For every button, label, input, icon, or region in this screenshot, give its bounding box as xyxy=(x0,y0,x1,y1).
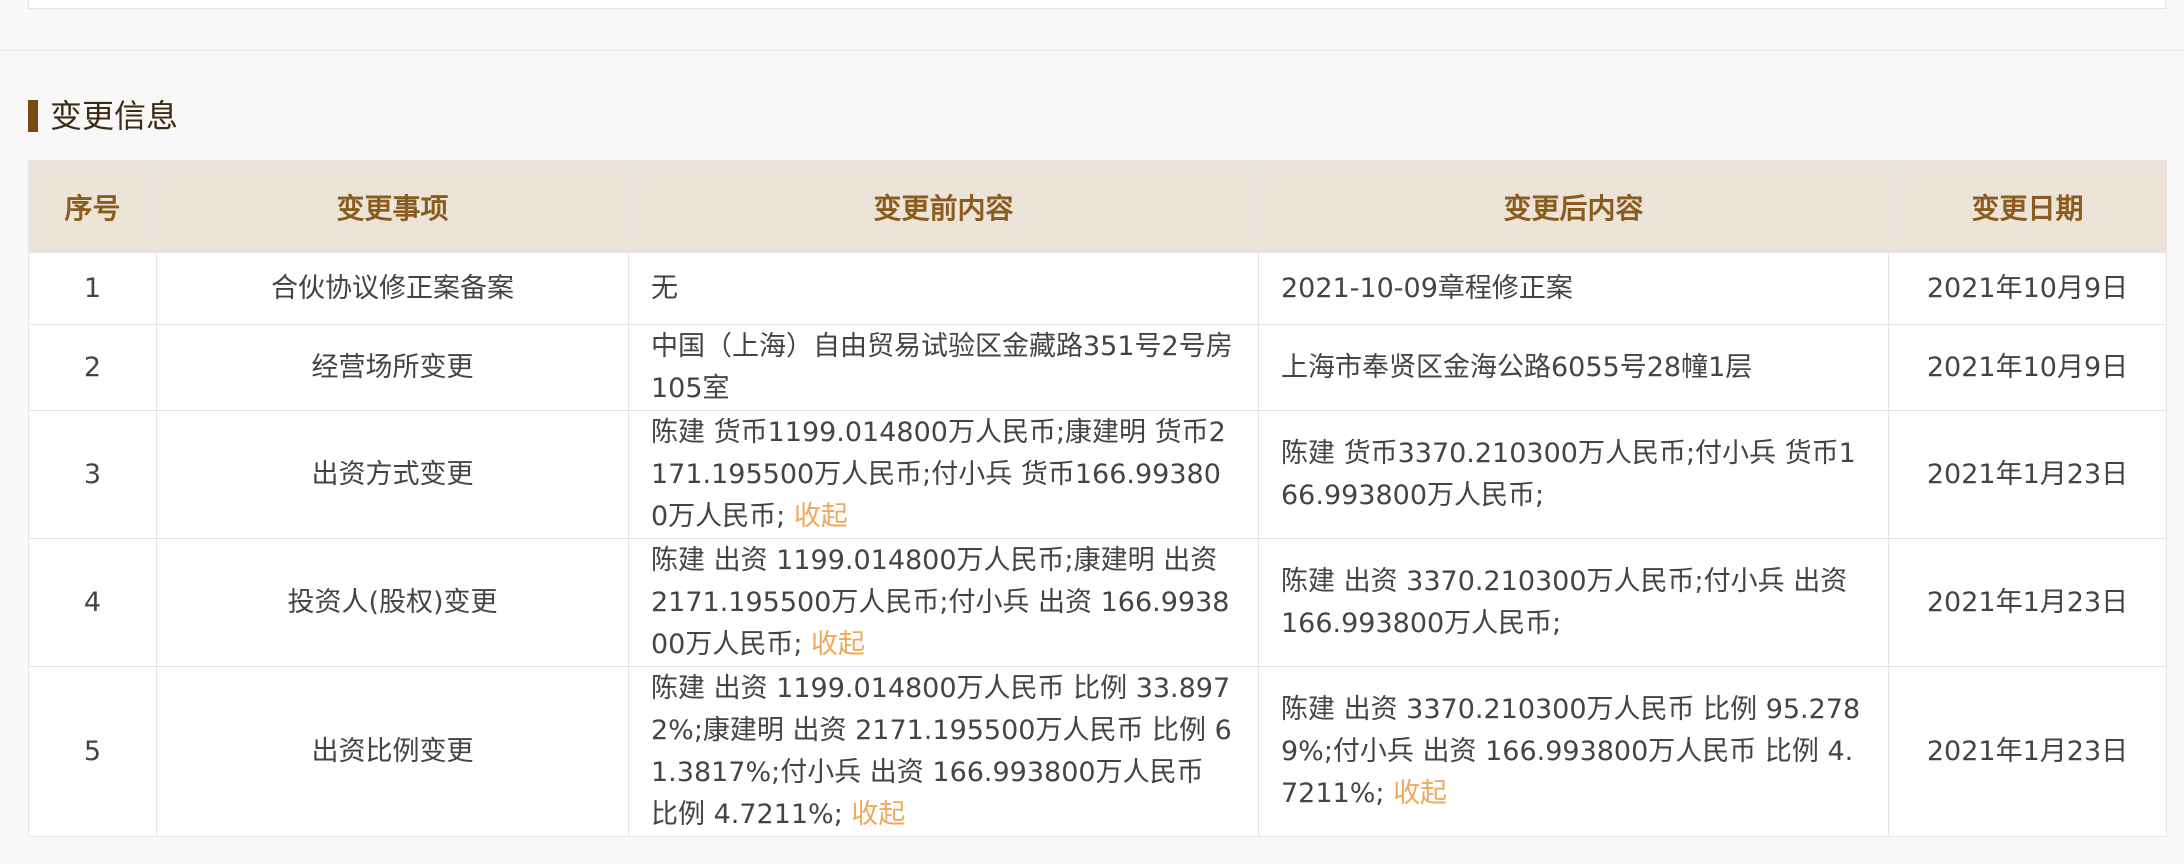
title-accent-bar xyxy=(28,100,38,132)
row-change-date: 2021年1月23日 xyxy=(1888,666,2167,837)
collapse-link[interactable]: 收起 xyxy=(794,501,848,532)
table-row: 1 合伙协议修正案备案 无 2021-10-09章程修正案 2021年10月9日 xyxy=(28,252,2167,325)
header-change-date: 变更日期 xyxy=(1888,160,2167,253)
row-after-content: 陈建 货币3370.210300万人民币;付小兵 货币166.993800万人民… xyxy=(1258,410,1889,539)
top-panel xyxy=(28,0,2166,9)
table-row: 5 出资比例变更 陈建 出资 1199.014800万人民币 比例 33.897… xyxy=(28,666,2167,837)
header-after-content: 变更后内容 xyxy=(1258,160,1889,253)
section-title: 变更信息 xyxy=(50,97,179,135)
row-change-item: 投资人(股权)变更 xyxy=(156,538,629,667)
row-change-date: 2021年10月9日 xyxy=(1888,324,2167,411)
row-index: 4 xyxy=(28,538,157,667)
before-text: 陈建 货币1199.014800万人民币;康建明 货币2171.195500万人… xyxy=(651,416,1226,532)
row-change-date: 2021年1月23日 xyxy=(1888,538,2167,667)
row-before-content: 陈建 货币1199.014800万人民币;康建明 货币2171.195500万人… xyxy=(628,410,1259,539)
collapse-link[interactable]: 收起 xyxy=(811,629,865,660)
section-divider xyxy=(0,50,2184,51)
change-info-table: 序号 变更事项 变更前内容 变更后内容 变更日期 1 合伙协议修正案备案 无 2… xyxy=(28,160,2167,837)
row-change-item: 经营场所变更 xyxy=(156,324,629,411)
row-index: 3 xyxy=(28,410,157,539)
row-before-content: 陈建 出资 1199.014800万人民币;康建明 出资 2171.195500… xyxy=(628,538,1259,667)
row-index: 2 xyxy=(28,324,157,411)
row-before-content: 无 xyxy=(628,252,1259,325)
collapse-link[interactable]: 收起 xyxy=(851,799,905,830)
before-text: 陈建 出资 1199.014800万人民币;康建明 出资 2171.195500… xyxy=(651,544,1230,660)
table-row: 2 经营场所变更 中国（上海）自由贸易试验区金藏路351号2号房105室 上海市… xyxy=(28,324,2167,411)
row-change-date: 2021年10月9日 xyxy=(1888,252,2167,325)
row-before-content: 中国（上海）自由贸易试验区金藏路351号2号房105室 xyxy=(628,324,1259,411)
row-index: 5 xyxy=(28,666,157,837)
header-before-content: 变更前内容 xyxy=(628,160,1259,253)
row-index: 1 xyxy=(28,252,157,325)
header-change-item: 变更事项 xyxy=(156,160,629,253)
row-before-content: 陈建 出资 1199.014800万人民币 比例 33.8972%;康建明 出资… xyxy=(628,666,1259,837)
row-after-content: 陈建 出资 3370.210300万人民币 比例 95.2789%;付小兵 出资… xyxy=(1258,666,1889,837)
after-text: 陈建 出资 3370.210300万人民币 比例 95.2789%;付小兵 出资… xyxy=(1281,693,1861,809)
row-change-date: 2021年1月23日 xyxy=(1888,410,2167,539)
before-text: 陈建 出资 1199.014800万人民币 比例 33.8972%;康建明 出资… xyxy=(651,672,1232,830)
row-change-item: 出资方式变更 xyxy=(156,410,629,539)
row-change-item: 合伙协议修正案备案 xyxy=(156,252,629,325)
row-after-content: 2021-10-09章程修正案 xyxy=(1258,252,1889,325)
table-row: 3 出资方式变更 陈建 货币1199.014800万人民币;康建明 货币2171… xyxy=(28,410,2167,539)
collapse-link[interactable]: 收起 xyxy=(1393,778,1447,809)
row-after-content: 上海市奉贤区金海公路6055号28幢1层 xyxy=(1258,324,1889,411)
table-row: 4 投资人(股权)变更 陈建 出资 1199.014800万人民币;康建明 出资… xyxy=(28,538,2167,667)
header-index: 序号 xyxy=(28,160,157,253)
table-header-row: 序号 变更事项 变更前内容 变更后内容 变更日期 xyxy=(28,160,2167,253)
row-change-item: 出资比例变更 xyxy=(156,666,629,837)
row-after-content: 陈建 出资 3370.210300万人民币;付小兵 出资 166.993800万… xyxy=(1258,538,1889,667)
section-header: 变更信息 xyxy=(28,96,178,136)
